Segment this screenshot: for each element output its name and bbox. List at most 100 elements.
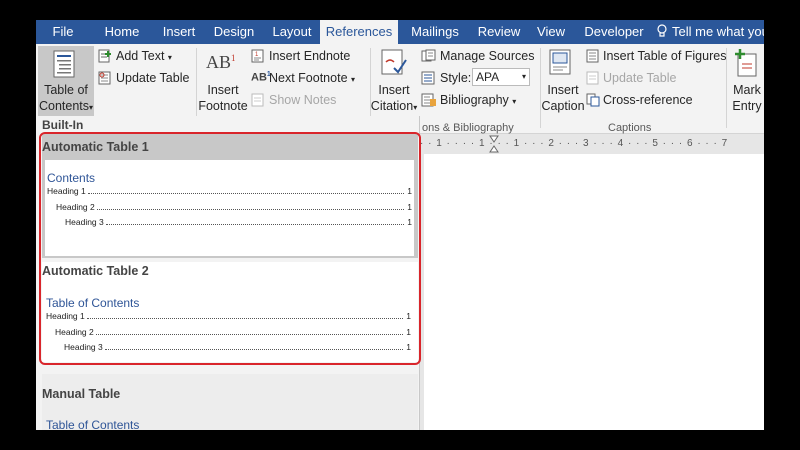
update-table-figures-button[interactable]: Update Table: [603, 71, 676, 85]
style-select[interactable]: APA ▾: [472, 68, 530, 86]
toc-preview-heading: Table of Contents: [46, 296, 140, 310]
toc-row-page: 1: [406, 327, 411, 337]
insert-footnote-icon: AB1: [206, 52, 236, 72]
insert-citation-line1: Insert: [378, 83, 410, 97]
tab-design[interactable]: Design: [206, 20, 262, 44]
insert-table-of-figures-button[interactable]: Insert Table of Figures: [603, 49, 726, 63]
insert-endnote-button[interactable]: Insert Endnote: [269, 49, 350, 63]
toc-label-text: Contents: [38, 99, 89, 113]
toc-preview-heading: Table of Contents: [46, 418, 140, 430]
toc-row-page: 1: [407, 202, 412, 212]
dropdown-arrow-icon: ▾: [89, 103, 94, 112]
citations-group-label: ons & Bibliography: [422, 122, 514, 134]
insert-endnote-icon: 1: [251, 49, 264, 63]
toc-gallery-dropdown: Built-In Automatic Table 1 Contents Head…: [36, 116, 421, 430]
tab-home[interactable]: Home: [96, 20, 148, 44]
mark-entry-button[interactable]: Mark Entry: [730, 82, 764, 114]
section-header-built-in: Built-In: [42, 118, 84, 132]
bibliography-button[interactable]: Bibliography ▾: [440, 93, 516, 107]
chevron-down-icon: ▾: [521, 72, 526, 81]
captions-group-label: Captions: [608, 122, 652, 134]
dropdown-arrow-icon: ▾: [351, 75, 356, 84]
toc-preview-heading: Contents: [47, 171, 96, 185]
bibliography-icon: [421, 93, 436, 107]
show-notes-icon: [251, 93, 264, 107]
insert-citation-line2: Citation▾: [368, 98, 420, 116]
toc-row-page: 1: [407, 217, 412, 227]
style-label: Style:: [440, 71, 472, 85]
insert-citation-icon: [381, 49, 407, 75]
mark-entry-line2: Entry: [732, 99, 762, 113]
indent-marker-icon[interactable]: [489, 134, 499, 154]
toc-preview-row: Heading 2 1: [56, 202, 412, 212]
document-area: [420, 154, 764, 430]
add-text-icon: [98, 49, 111, 63]
toc-row-page: 1: [406, 311, 411, 321]
style-icon: [421, 71, 435, 85]
ruler-ticks: · · 1 · · · · 1 · · · 1 · · · 2 · · · 3 …: [420, 138, 729, 149]
toc-row-text: Heading 2: [55, 327, 94, 337]
toc-row-text: Heading 1: [47, 186, 86, 196]
bibliography-label: Bibliography: [440, 93, 509, 107]
mark-entry-line1: Mark: [733, 83, 761, 97]
toc-preview: Contents Heading 1 1 Heading 2 1 Heading 3…: [45, 160, 414, 256]
tab-mailings[interactable]: Mailings: [400, 20, 470, 44]
table-of-figures-icon: [586, 49, 599, 63]
update-table-icon: [98, 71, 111, 85]
insert-citation-text: Citation: [370, 99, 414, 113]
ribbon-tab-bar: File Home Insert Design Layout Reference…: [36, 20, 764, 44]
toc-preview-row: Heading 1 1: [46, 311, 411, 321]
gallery-item-title: Automatic Table 1: [42, 140, 149, 154]
insert-caption-line1: Insert: [547, 83, 579, 97]
table-of-contents-icon: [53, 50, 75, 78]
add-text-label: Add Text: [116, 49, 165, 63]
tab-review[interactable]: Review: [470, 20, 528, 44]
document-page[interactable]: [424, 154, 764, 430]
toc-row-text: Heading 3: [64, 342, 103, 352]
show-notes-button[interactable]: Show Notes: [269, 93, 336, 107]
toc-preview-row: Heading 3 1: [64, 342, 411, 352]
cross-reference-icon: [586, 93, 600, 107]
tab-view[interactable]: View: [530, 20, 572, 44]
toc-label-line1: Table of: [44, 83, 88, 97]
toc-preview-row: Heading 3 1: [65, 217, 412, 227]
insert-caption-icon: [549, 49, 571, 75]
mark-entry-icon: [735, 49, 757, 77]
tell-me-box[interactable]: Tell me what you: [656, 20, 764, 44]
toc-preview-row: Heading 2 1: [55, 327, 411, 337]
toc-row-page: 1: [406, 342, 411, 352]
insert-caption-line2: Caption: [541, 99, 585, 113]
tab-layout[interactable]: Layout: [264, 20, 320, 44]
gallery-item-title: Automatic Table 2: [42, 264, 149, 278]
tab-references[interactable]: References: [320, 20, 398, 44]
next-footnote-icon: AB1: [251, 71, 271, 84]
gallery-item-title: Manual Table: [42, 387, 121, 401]
word-window: File Home Insert Design Layout Reference…: [36, 20, 764, 430]
update-table-button[interactable]: Update Table: [116, 71, 189, 85]
style-select-value: APA: [476, 70, 500, 84]
add-text-button[interactable]: Add Text ▾: [116, 49, 172, 63]
insert-footnote-button[interactable]: Insert Footnote: [198, 82, 248, 114]
toc-preview-row: Heading 1 1: [47, 186, 412, 196]
next-footnote-button[interactable]: Next Footnote ▾: [269, 71, 355, 85]
tab-insert[interactable]: Insert: [152, 20, 206, 44]
toc-row-text: Heading 3: [65, 217, 104, 227]
manage-sources-button[interactable]: Manage Sources: [440, 49, 535, 63]
tab-file[interactable]: File: [36, 20, 90, 44]
tell-me-text: Tell me what you: [672, 24, 764, 39]
cross-reference-button[interactable]: Cross-reference: [603, 93, 693, 107]
lightbulb-icon: [657, 24, 667, 37]
next-footnote-label: Next Footnote: [269, 71, 348, 85]
toc-label: Table of Contents▾: [38, 82, 94, 116]
insert-footnote-line2: Footnote: [198, 99, 248, 113]
horizontal-ruler[interactable]: · · 1 · · · · 1 · · · 1 · · · 2 · · · 3 …: [420, 134, 764, 154]
insert-caption-button[interactable]: Insert Caption: [538, 82, 588, 114]
insert-footnote-line1: Insert: [207, 83, 239, 97]
manage-sources-icon: [421, 49, 436, 62]
group-separator: [726, 48, 727, 128]
toc-row-text: Heading 1: [46, 311, 85, 321]
dropdown-arrow-icon: ▾: [413, 103, 418, 112]
insert-citation-button[interactable]: Insert Citation▾: [368, 82, 420, 116]
tab-developer[interactable]: Developer: [576, 20, 652, 44]
toc-label-line2: Contents▾: [38, 98, 94, 116]
